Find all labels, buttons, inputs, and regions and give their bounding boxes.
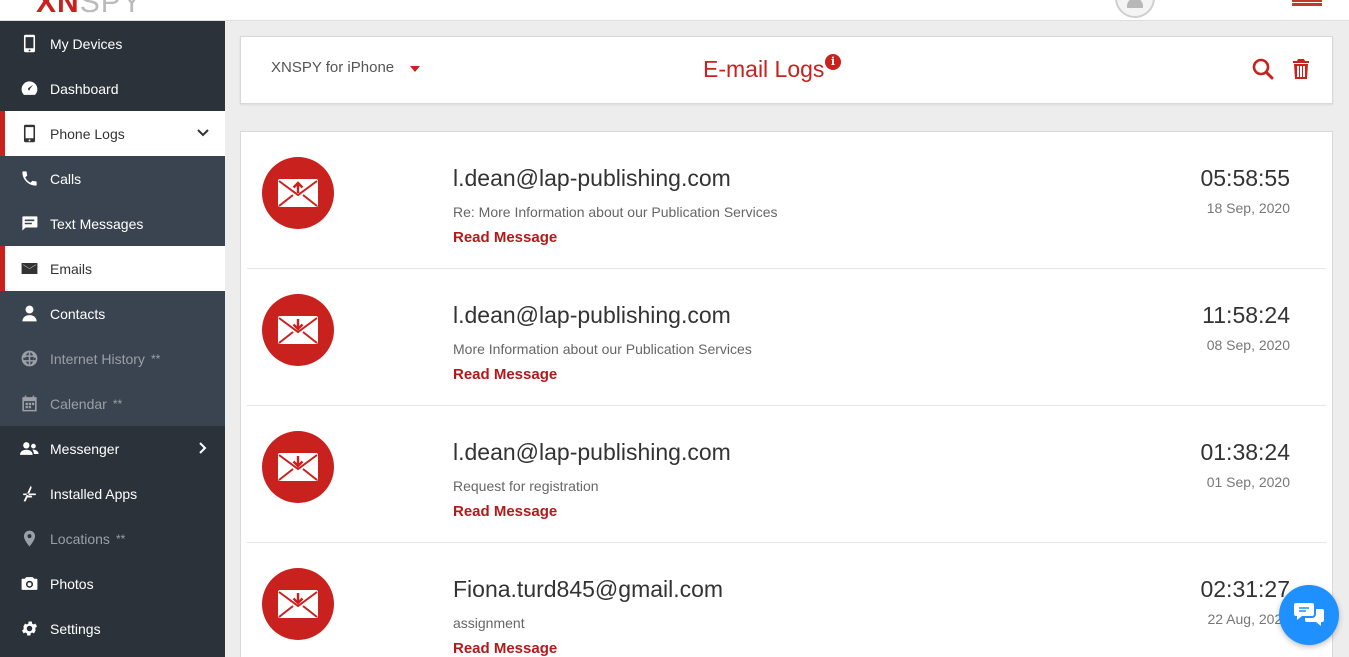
sidebar-item-messenger[interactable]: Messenger (0, 426, 225, 471)
user-avatar[interactable] (1115, 0, 1155, 18)
language-flag-icon[interactable] (1292, 0, 1322, 6)
envelope-icon (19, 258, 40, 279)
sidebar-item-label: Calendar (50, 395, 107, 412)
logo-main: XN (36, 0, 80, 19)
chevron-right-icon[interactable] (195, 440, 211, 456)
read-message-link[interactable]: Read Message (453, 640, 557, 657)
read-message-link[interactable]: Read Message (453, 503, 557, 520)
device-selector[interactable]: XNSPY for iPhone (271, 59, 421, 76)
sidebar-item-calendar[interactable]: Calendar ** (0, 381, 225, 426)
message-icon (19, 213, 40, 234)
premium-marker: ** (115, 531, 126, 546)
users-icon (19, 438, 40, 459)
sidebar-item-photos[interactable]: Photos (0, 561, 225, 606)
sidebar-item-label: Phone Logs (50, 125, 125, 142)
gear-icon (19, 618, 40, 639)
list-item[interactable]: l.dean@lap-publishing.com Request for re… (247, 406, 1326, 543)
email-list: l.dean@lap-publishing.com Re: More Infor… (240, 131, 1333, 657)
sidebar-item-settings[interactable]: Settings (0, 606, 225, 651)
read-message-link[interactable]: Read Message (453, 366, 557, 383)
top-header: XNSPY (0, 0, 1349, 21)
list-item[interactable]: Fiona.turd845@gmail.com assignment Read … (247, 543, 1326, 657)
email-time: 01:38:24 (1200, 439, 1290, 465)
sidebar-item-label: Locations (50, 530, 110, 547)
email-time: 02:31:27 (1200, 576, 1290, 602)
dashboard-icon (19, 78, 40, 99)
sidebar-item-calls[interactable]: Calls (0, 156, 225, 201)
sidebar-item-label: Photos (50, 575, 94, 592)
device-selector-value: XNSPY for iPhone (271, 59, 395, 76)
email-date: 22 Aug, 2020 (1207, 611, 1290, 627)
list-item[interactable]: l.dean@lap-publishing.com Re: More Infor… (247, 132, 1326, 269)
sidebar-item-text-messages[interactable]: Text Messages (0, 201, 225, 246)
call-icon (19, 168, 40, 189)
sidebar-item-label: Dashboard (50, 80, 119, 97)
email-sender: l.dean@lap-publishing.com (453, 165, 731, 191)
email-time: 11:58:24 (1202, 302, 1290, 328)
sidebar-item-label: Text Messages (50, 215, 144, 232)
calendar-icon (19, 393, 40, 414)
email-date: 18 Sep, 2020 (1206, 200, 1290, 216)
info-icon[interactable]: i (825, 54, 841, 70)
sidebar-item-emails[interactable]: Emails (0, 246, 225, 291)
sidebar-item-label: Messenger (50, 440, 120, 457)
email-sender: l.dean@lap-publishing.com (453, 439, 731, 465)
sidebar-item-label: Emails (50, 260, 93, 277)
globe-icon (19, 348, 40, 369)
logo-spy: SPY (79, 0, 143, 19)
sidebar-item-contacts[interactable]: Contacts (0, 291, 225, 336)
sidebar: My Devices Dashboard Phone Logs Calls Te… (0, 21, 225, 657)
email-received-icon (262, 431, 334, 503)
trash-icon (1293, 59, 1309, 79)
apps-icon (19, 483, 40, 504)
email-sent-icon (262, 157, 334, 229)
page-title: E-mail Logs (703, 56, 825, 82)
sidebar-item-label: Settings (50, 620, 101, 637)
sidebar-item-label: My Devices (50, 35, 123, 52)
email-sender: l.dean@lap-publishing.com (453, 302, 731, 328)
search-button[interactable] (1251, 57, 1275, 81)
sidebar-item-my-devices[interactable]: My Devices (0, 21, 225, 66)
sidebar-item-internet-history[interactable]: Internet History ** (0, 336, 225, 381)
premium-marker: ** (112, 396, 123, 411)
email-received-icon (262, 294, 334, 366)
premium-marker: ** (150, 351, 161, 366)
phone-icon (19, 123, 40, 144)
sidebar-item-label: Calls (50, 170, 82, 187)
chat-bubbles-icon (1294, 603, 1324, 626)
sidebar-item-installed-apps[interactable]: Installed Apps (0, 471, 225, 516)
search-icon (1252, 58, 1274, 80)
page-header: XNSPY for iPhone E-mail Logs i (240, 36, 1333, 104)
email-subject: Re: More Information about our Publicati… (453, 204, 778, 220)
brand-logo[interactable]: XNSPY (36, 0, 143, 20)
email-received-icon (262, 568, 334, 640)
caret-down-icon (410, 66, 421, 72)
sidebar-item-phone-logs[interactable]: Phone Logs (0, 111, 225, 156)
chevron-down-icon[interactable] (195, 125, 211, 141)
sidebar-item-dashboard[interactable]: Dashboard (0, 66, 225, 111)
camera-icon (19, 573, 40, 594)
email-subject: More Information about our Publication S… (453, 341, 752, 357)
email-subject: assignment (453, 615, 525, 631)
sidebar-item-label: Internet History (50, 350, 145, 367)
sidebar-item-label: Installed Apps (50, 485, 138, 502)
sidebar-item-label: Contacts (50, 305, 106, 322)
email-sender: Fiona.turd845@gmail.com (453, 576, 724, 602)
phone-icon (19, 33, 40, 54)
email-date: 08 Sep, 2020 (1206, 337, 1290, 353)
email-date: 01 Sep, 2020 (1206, 474, 1290, 490)
live-chat-button[interactable] (1279, 585, 1339, 645)
contact-icon (19, 303, 40, 324)
delete-button[interactable] (1289, 57, 1313, 81)
list-item[interactable]: l.dean@lap-publishing.com More Informati… (247, 269, 1326, 406)
read-message-link[interactable]: Read Message (453, 229, 557, 246)
email-time: 05:58:55 (1200, 165, 1290, 191)
email-subject: Request for registration (453, 478, 599, 494)
map-pin-icon (19, 528, 40, 549)
sidebar-item-locations[interactable]: Locations ** (0, 516, 225, 561)
